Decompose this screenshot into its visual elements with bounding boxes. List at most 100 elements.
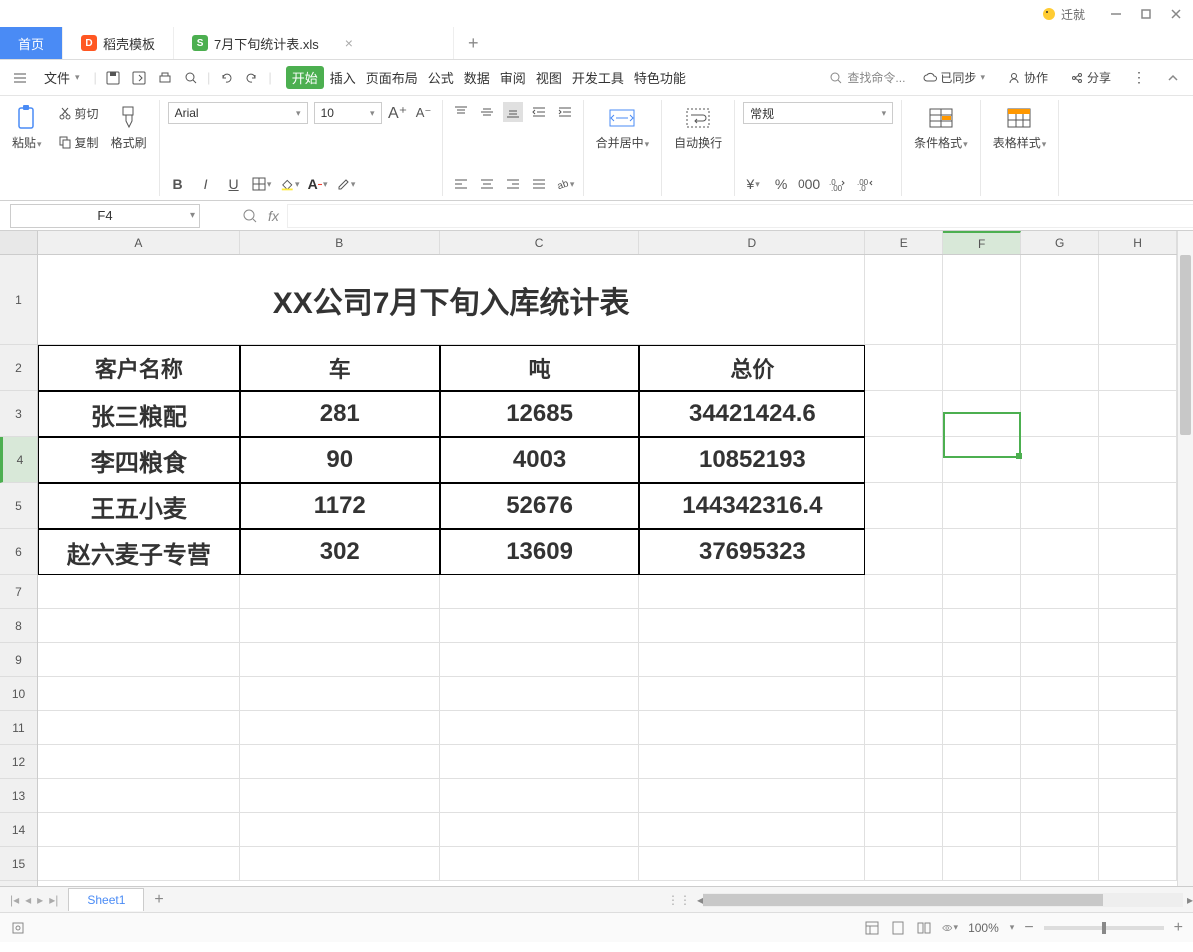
cell-F6[interactable] [943,529,1021,575]
wrap-button[interactable]: 自动换行 [670,102,726,153]
cell-E11[interactable] [865,711,943,745]
cell-G11[interactable] [1021,711,1099,745]
menu-formula[interactable]: 公式 [424,66,458,89]
cell-E8[interactable] [865,609,943,643]
conditional-format-button[interactable]: 条件格式▾ [910,102,972,153]
add-sheet-button[interactable]: + [144,891,173,909]
cell-F11[interactable] [943,711,1021,745]
cell-E2[interactable] [865,345,943,391]
cut-button[interactable]: 剪切 [54,103,103,124]
formula-bar[interactable] [287,204,1193,228]
menu-view[interactable]: 视图 [532,66,566,89]
cell-F1[interactable] [943,255,1021,345]
row-header-9[interactable]: 9 [0,643,37,677]
col-header-D[interactable]: D [639,231,865,254]
row-header-10[interactable]: 10 [0,677,37,711]
cell-D13[interactable] [639,779,865,813]
orientation-icon[interactable]: ab▾ [555,174,575,194]
cell-B10[interactable] [240,677,440,711]
row-header-12[interactable]: 12 [0,745,37,779]
cell-D15[interactable] [639,847,865,881]
format-painter-button[interactable]: 格式刷 [107,102,151,153]
view-normal-icon[interactable] [864,920,880,936]
cell-H5[interactable] [1099,483,1177,529]
row-header-7[interactable]: 7 [0,575,37,609]
horizontal-scrollbar[interactable] [703,893,1183,907]
cell-G14[interactable] [1021,813,1099,847]
cell-E12[interactable] [865,745,943,779]
print-icon[interactable] [155,68,175,88]
redo-icon[interactable] [242,68,262,88]
cell-C10[interactable] [440,677,640,711]
cell-H12[interactable] [1099,745,1177,779]
col-header-A[interactable]: A [38,231,240,254]
align-right-icon[interactable] [503,174,523,194]
cell-E14[interactable] [865,813,943,847]
cell-G9[interactable] [1021,643,1099,677]
cell-B9[interactable] [240,643,440,677]
cell-G13[interactable] [1021,779,1099,813]
cell-A8[interactable] [38,609,240,643]
cell-B15[interactable] [240,847,440,881]
clear-format-icon[interactable]: ▾ [336,174,356,194]
row-header-14[interactable]: 14 [0,813,37,847]
cell-B6[interactable]: 302 [240,529,440,575]
justify-icon[interactable] [529,174,549,194]
percent-icon[interactable]: % [771,174,791,194]
cell-E5[interactable] [865,483,943,529]
decrease-decimal-icon[interactable]: .00.0 [855,174,875,194]
menu-start[interactable]: 开始 [286,66,324,89]
cell-B14[interactable] [240,813,440,847]
col-header-G[interactable]: G [1021,231,1099,254]
view-page-icon[interactable] [916,920,932,936]
minimize-button[interactable] [1107,5,1125,23]
cell-H6[interactable] [1099,529,1177,575]
cell-H10[interactable] [1099,677,1177,711]
zoom-slider[interactable] [1044,926,1164,930]
copy-button[interactable]: 复制 [54,132,103,153]
cell-A14[interactable] [38,813,240,847]
cell-G4[interactable] [1021,437,1099,483]
new-tab-button[interactable]: + [454,27,493,59]
italic-icon[interactable]: I [196,174,216,194]
share-button[interactable]: 分享 [1066,67,1115,88]
tab-close-icon[interactable]: × [345,35,353,51]
row-header-13[interactable]: 13 [0,779,37,813]
cell-G10[interactable] [1021,677,1099,711]
save-icon[interactable] [103,68,123,88]
cell-B3[interactable]: 281 [240,391,440,437]
cell-B13[interactable] [240,779,440,813]
cell-A2[interactable]: 客户名称 [38,345,240,391]
more-icon[interactable]: ⋮ [1129,68,1149,88]
cell-C11[interactable] [440,711,640,745]
cell-D5[interactable]: 144342316.4 [639,483,865,529]
cell-G8[interactable] [1021,609,1099,643]
cell-C14[interactable] [440,813,640,847]
chevron-down-icon[interactable]: ▾ [190,210,195,221]
cell-A5[interactable]: 王五小麦 [38,483,240,529]
cell-D12[interactable] [639,745,865,779]
cell-H2[interactable] [1099,345,1177,391]
fill-color-icon[interactable]: ▾ [280,174,300,194]
row-header-5[interactable]: 5 [0,483,37,529]
command-search[interactable]: 查找命令... [829,69,905,86]
cell-G2[interactable] [1021,345,1099,391]
col-header-E[interactable]: E [865,231,943,254]
font-size-select[interactable]: 10▾ [314,102,382,124]
hscroll-thumb[interactable] [703,894,1103,906]
cell-H1[interactable] [1099,255,1177,345]
cell-F2[interactable] [943,345,1021,391]
comma-icon[interactable]: 000 [799,174,819,194]
align-top-icon[interactable] [451,102,471,122]
cell-G12[interactable] [1021,745,1099,779]
tab-home[interactable]: 首页 [0,27,63,59]
cell-H7[interactable] [1099,575,1177,609]
cell-C4[interactable]: 4003 [440,437,640,483]
cell-E15[interactable] [865,847,943,881]
cell-A11[interactable] [38,711,240,745]
font-select[interactable]: Arial▾ [168,102,308,124]
cell-D7[interactable] [639,575,865,609]
cell-B8[interactable] [240,609,440,643]
cell-A10[interactable] [38,677,240,711]
menu-review[interactable]: 审阅 [496,66,530,89]
